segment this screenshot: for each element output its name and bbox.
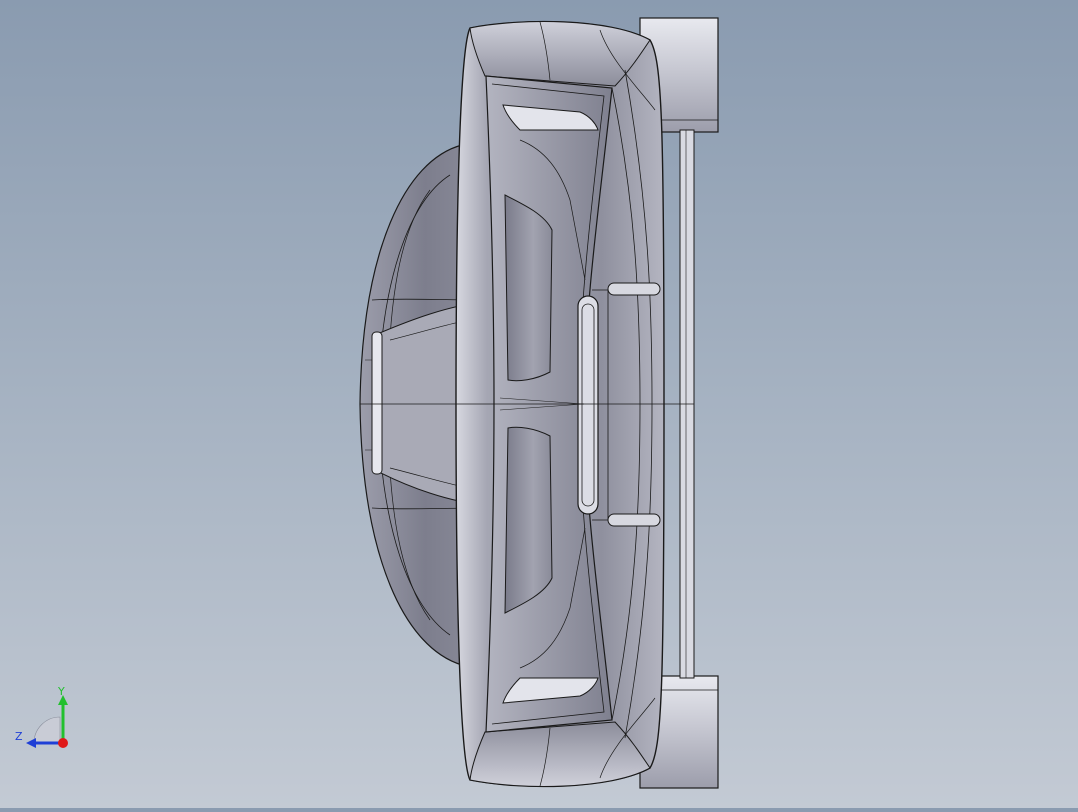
orientation-triad: Y Z [12,685,74,755]
x-axis-dot [58,738,68,748]
blade-lower [504,426,553,614]
graphics-viewport[interactable] [0,0,1078,808]
z-axis-label: Z [15,730,23,743]
side-slot-lower [607,513,661,527]
y-axis-label: Y [58,685,65,698]
model-canvas[interactable] [0,0,1078,808]
blade-upper [504,194,553,382]
center-slot [577,295,599,515]
side-slot-upper [607,282,661,296]
